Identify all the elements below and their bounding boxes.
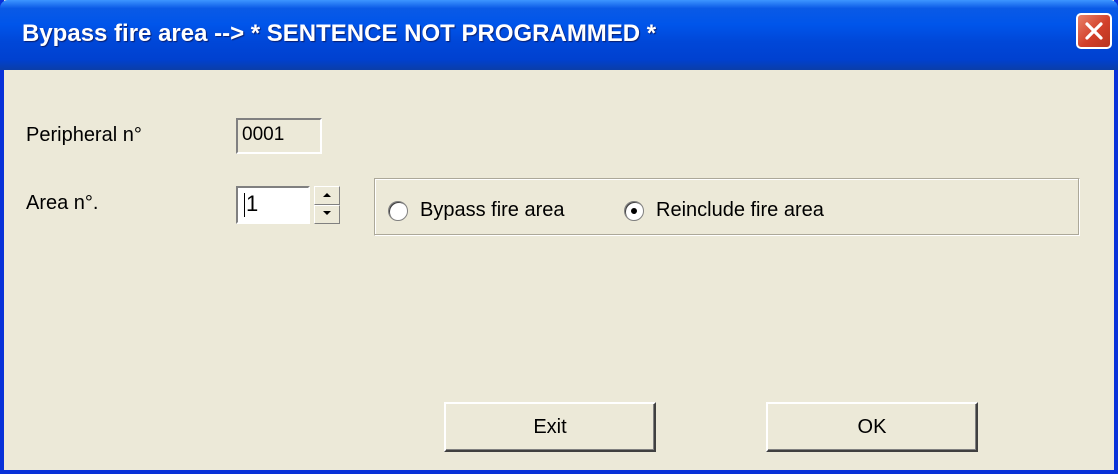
text-caret bbox=[244, 193, 245, 218]
title-bar[interactable]: Bypass fire area --> * SENTENCE NOT PROG… bbox=[0, 0, 1118, 70]
bypass-fire-area-label: Bypass fire area bbox=[420, 199, 565, 221]
bypass-fire-area-radio[interactable]: Bypass fire area bbox=[388, 199, 565, 222]
reinclude-fire-area-radio[interactable]: Reinclude fire area bbox=[624, 199, 824, 222]
ok-button[interactable]: OK bbox=[766, 402, 978, 452]
dialog-window: Bypass fire area --> * SENTENCE NOT PROG… bbox=[0, 0, 1118, 474]
peripheral-number-field: 0001 bbox=[236, 118, 322, 154]
radio-checked-icon bbox=[624, 200, 644, 221]
area-number-value: 1 bbox=[246, 191, 259, 216]
spin-down-button[interactable] bbox=[314, 205, 340, 224]
radio-unchecked-icon bbox=[388, 200, 408, 221]
window-title: Bypass fire area --> * SENTENCE NOT PROG… bbox=[22, 20, 657, 47]
close-button[interactable] bbox=[1076, 13, 1112, 49]
spin-up-button[interactable] bbox=[314, 186, 340, 205]
area-number-input[interactable]: 1 bbox=[236, 186, 310, 224]
reinclude-fire-area-label: Reinclude fire area bbox=[656, 199, 824, 221]
exit-button[interactable]: Exit bbox=[444, 402, 656, 452]
area-spinner[interactable] bbox=[314, 186, 340, 224]
close-x-icon bbox=[1084, 21, 1104, 41]
peripheral-label: Peripheral n° bbox=[26, 124, 142, 146]
area-label: Area n°. bbox=[26, 192, 99, 214]
